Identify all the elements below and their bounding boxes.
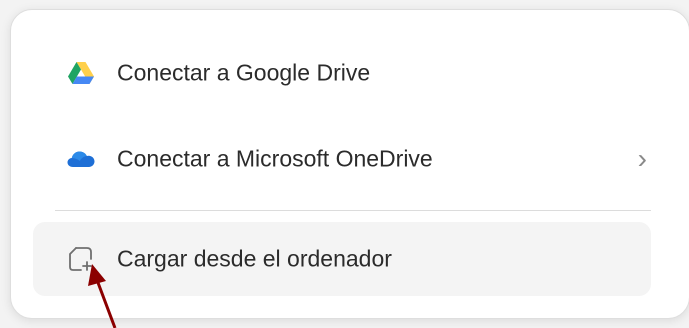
stage: Conectar a Google Drive Conectar a Micro… xyxy=(0,0,689,328)
connect-google-drive-label: Conectar a Google Drive xyxy=(117,59,371,86)
chevron-right-icon: › xyxy=(637,143,647,174)
google-drive-icon xyxy=(67,61,95,85)
upload-from-computer-item[interactable]: Cargar desde el ordenador xyxy=(33,222,651,296)
connect-google-drive-item[interactable]: Conectar a Google Drive xyxy=(33,36,651,110)
upload-from-computer-icon xyxy=(67,247,95,271)
menu-divider xyxy=(55,210,651,211)
connect-onedrive-label: Conectar a Microsoft OneDrive xyxy=(117,145,433,172)
upload-from-computer-label: Cargar desde el ordenador xyxy=(117,245,392,272)
connect-onedrive-item[interactable]: Conectar a Microsoft OneDrive › xyxy=(33,122,651,196)
onedrive-icon xyxy=(67,147,95,171)
file-source-menu: Conectar a Google Drive Conectar a Micro… xyxy=(10,9,689,319)
